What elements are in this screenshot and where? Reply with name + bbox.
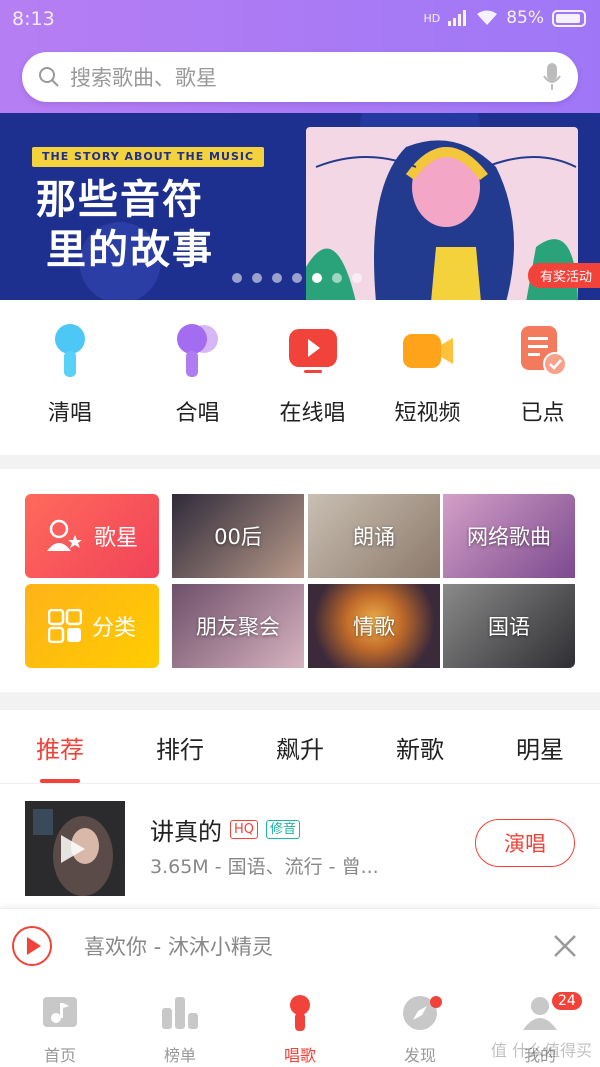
category-tile-label: 朗诵: [353, 525, 395, 549]
nav-label: 发现: [403, 1046, 436, 1065]
pagination-dot[interactable]: [352, 273, 362, 283]
pagination-dot[interactable]: [292, 273, 302, 283]
singer-icon: [46, 519, 82, 551]
nav-discover[interactable]: 发现: [360, 982, 480, 1067]
banner-title-line2: 里的故事: [46, 227, 214, 273]
promo-banner[interactable]: THE STORY ABOUT THE MUSIC 那些音符 里的故事 有奖活动: [0, 113, 600, 300]
sing-button[interactable]: 演唱: [475, 819, 575, 867]
banner-subtitle: THE STORY ABOUT THE MUSIC: [32, 147, 265, 167]
tab-rising[interactable]: 飙升: [240, 712, 360, 783]
category-genre[interactable]: 分类: [25, 584, 159, 668]
song-title: 讲真的: [150, 818, 222, 846]
song-tabs: 推荐 排行 飙升 新歌 明星: [0, 712, 600, 784]
quick-item-requested[interactable]: 已点: [485, 305, 600, 455]
status-icons: HD 85%: [423, 8, 586, 28]
live-play-icon: [285, 323, 341, 379]
quick-label: 合唱: [175, 401, 220, 426]
category-tile-mandarin[interactable]: 国语: [443, 584, 575, 668]
wifi-icon: [477, 10, 498, 25]
now-playing-text: 喜欢你 - 沐沐小精灵: [84, 935, 273, 959]
microphone-icon: [42, 323, 98, 379]
quick-item-short-video[interactable]: 短视频: [370, 305, 485, 455]
song-title-row: 讲真的 HQ 修音: [150, 812, 301, 847]
pagination-dot[interactable]: [332, 273, 342, 283]
section-divider: [0, 692, 600, 710]
quick-item-online-sing[interactable]: 在线唱: [255, 305, 370, 455]
song-cover[interactable]: [25, 801, 125, 896]
battery-text: 85%: [506, 8, 544, 28]
nav-label: 首页: [43, 1046, 76, 1065]
promo-tag[interactable]: 有奖活动: [527, 263, 600, 288]
category-tile-internet-songs[interactable]: 网络歌曲: [443, 494, 575, 578]
search-icon: [39, 67, 59, 87]
pagination-dot-active[interactable]: [312, 273, 322, 283]
category-grid-icon: [47, 609, 82, 643]
song-list-check-icon: [515, 323, 571, 379]
quick-item-duet[interactable]: 合唱: [140, 305, 255, 455]
quick-actions: 清唱 合唱 在线唱 短视频 已点: [0, 305, 600, 455]
search-bar[interactable]: 搜索歌曲、歌星: [22, 52, 578, 102]
nav-sing[interactable]: 唱歌: [240, 982, 360, 1067]
quick-label: 在线唱: [279, 401, 346, 426]
pagination-dot[interactable]: [252, 273, 262, 283]
category-singer[interactable]: 歌星: [25, 494, 159, 578]
tab-stars[interactable]: 明星: [480, 712, 600, 783]
play-icon: [61, 835, 85, 863]
category-tile-friends-party[interactable]: 朋友聚会: [172, 584, 304, 668]
tab-ranking[interactable]: 排行: [120, 712, 240, 783]
category-genre-label: 分类: [91, 616, 136, 641]
notification-dot: [430, 996, 442, 1008]
category-tile-post00s[interactable]: 00后: [172, 494, 304, 578]
category-tile-label: 网络歌曲: [467, 525, 551, 549]
quick-label: 短视频: [394, 401, 461, 426]
category-singer-label: 歌星: [93, 526, 138, 551]
category-tile-love-songs[interactable]: 情歌: [308, 584, 440, 668]
duet-microphone-icon: [170, 323, 226, 379]
category-tile-recitation[interactable]: 朗诵: [308, 494, 440, 578]
tuned-badge: 修音: [266, 820, 301, 839]
category-tile-label: 情歌: [353, 615, 395, 639]
banner-pagination: [232, 273, 362, 283]
category-grid: 歌星 分类 00后 朗诵 网络歌曲 朋友聚会 情歌 国语: [25, 494, 575, 668]
tab-new-songs[interactable]: 新歌: [360, 712, 480, 783]
category-tile-label: 国语: [488, 615, 530, 639]
category-tile-label: 00后: [214, 525, 262, 549]
quick-item-acapella[interactable]: 清唱: [0, 305, 140, 455]
status-bar: 8:13 HD 85%: [0, 0, 600, 42]
play-icon: [27, 937, 41, 955]
pagination-dot[interactable]: [272, 273, 282, 283]
battery-icon: [552, 9, 586, 27]
status-time: 8:13: [12, 8, 55, 30]
song-meta: 3.65M - 国语、流行 - 曾...: [150, 856, 379, 878]
signal-icon: [448, 10, 467, 26]
quick-label: 清唱: [47, 401, 92, 426]
pagination-dot[interactable]: [232, 273, 242, 283]
play-button[interactable]: [12, 926, 52, 966]
notification-badge: 24: [550, 990, 584, 1012]
nav-label: 榜单: [163, 1046, 196, 1065]
nav-home[interactable]: 首页: [0, 982, 120, 1067]
banner-title-line1: 那些音符: [36, 177, 204, 223]
microphone-icon: [281, 994, 319, 1032]
watermark: 值 什么值得买: [490, 1041, 592, 1060]
video-camera-icon: [400, 323, 456, 379]
song-list-item[interactable]: 讲真的 HQ 修音 3.65M - 国语、流行 - 曾... 演唱: [0, 796, 600, 906]
nav-label: 唱歌: [283, 1046, 316, 1065]
section-divider: [0, 455, 600, 469]
quick-label: 已点: [520, 401, 565, 426]
tab-recommended[interactable]: 推荐: [0, 712, 120, 783]
mic-icon[interactable]: [542, 62, 562, 92]
chart-bars-icon: [161, 994, 199, 1032]
music-note-icon: [41, 994, 79, 1032]
signal-label: HD: [423, 11, 441, 25]
hq-badge: HQ: [230, 820, 259, 839]
close-icon[interactable]: [550, 931, 580, 961]
search-input[interactable]: 搜索歌曲、歌星: [70, 62, 542, 92]
mini-player[interactable]: 喜欢你 - 沐沐小精灵: [0, 908, 600, 982]
banner-title: 那些音符 里的故事: [36, 175, 214, 275]
nav-charts[interactable]: 榜单: [120, 982, 240, 1067]
category-tile-label: 朋友聚会: [196, 615, 280, 639]
